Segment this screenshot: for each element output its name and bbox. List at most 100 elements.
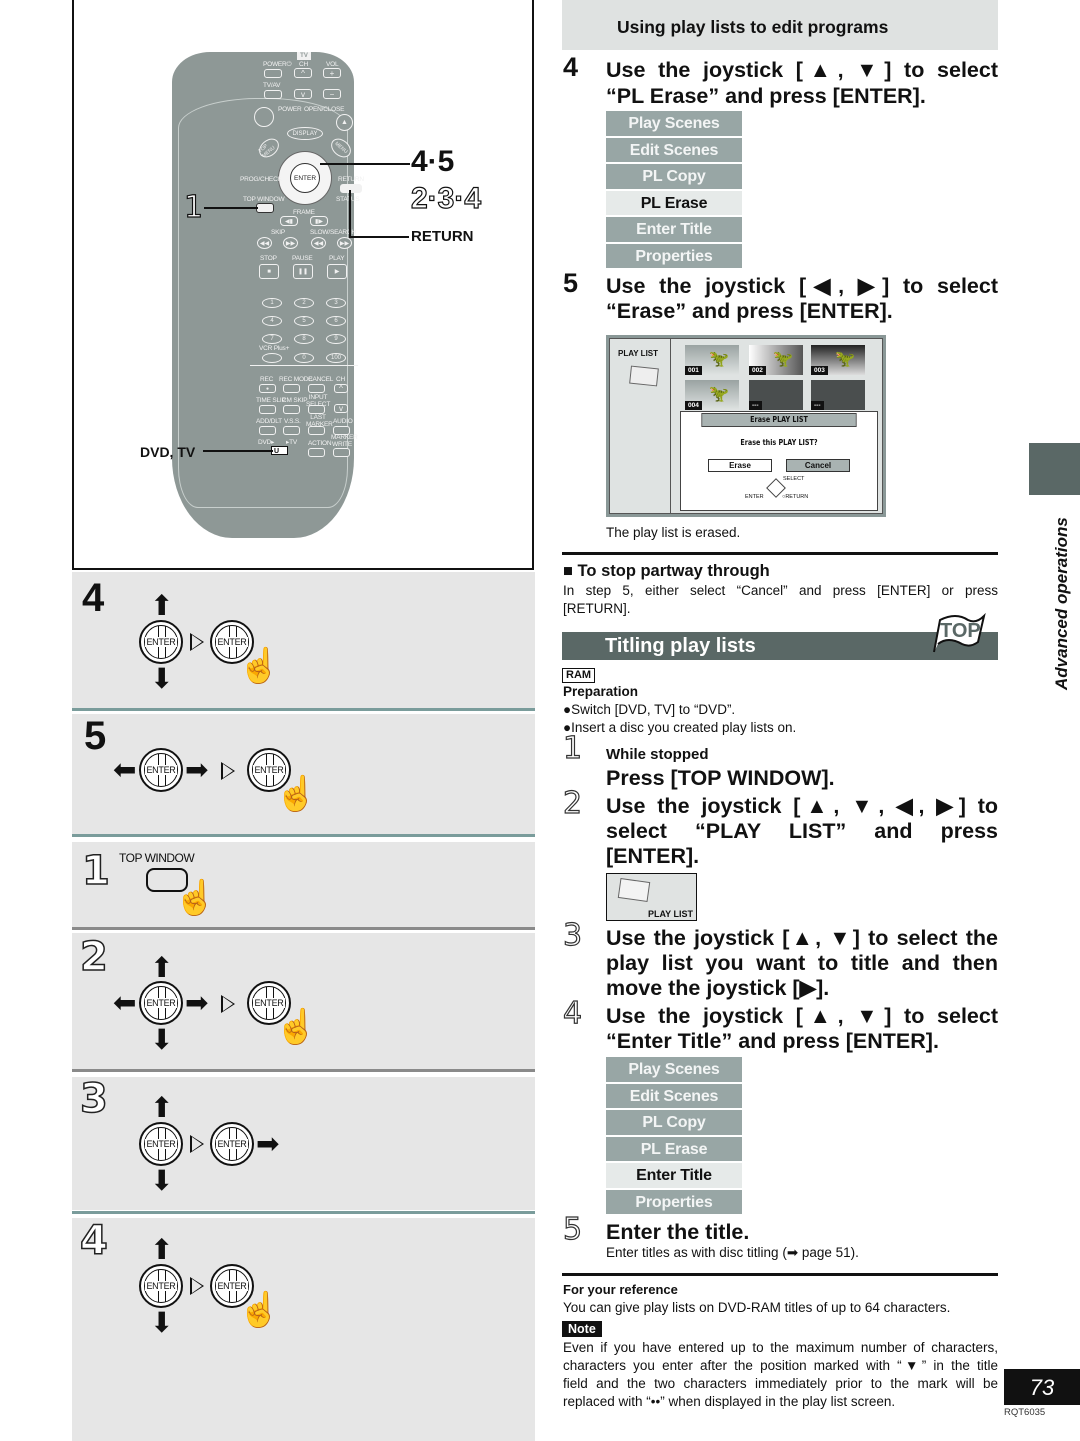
last-marker-button[interactable] [308, 426, 325, 435]
power-button[interactable] [254, 107, 274, 127]
section-rule [562, 552, 998, 555]
menu-item-pl-erase[interactable]: PL Erase [606, 1136, 742, 1161]
hint-select: SELECT [783, 476, 805, 482]
menu-item-properties[interactable]: Properties [606, 243, 742, 268]
thumbnail[interactable]: 🦖 002 [749, 345, 803, 375]
then-arrow-icon [221, 995, 235, 1013]
menu-item-edit-scenes[interactable]: Edit Scenes [606, 137, 742, 162]
arrow-up-icon: ⬆ [150, 952, 174, 983]
menu-item-enter-title[interactable]: Enter Title [606, 1163, 742, 1188]
dvd-ch-down-button[interactable]: v [334, 404, 348, 413]
play-button[interactable]: ▶ [327, 264, 347, 279]
menu-item-play-scenes[interactable]: Play Scenes [606, 111, 742, 136]
dialog-erase-button[interactable]: Erase [708, 459, 772, 472]
menu-item-pl-copy[interactable]: PL Copy [606, 164, 742, 189]
joystick-enter-button[interactable]: ENTER [290, 163, 320, 193]
slow-search-back-button[interactable]: ◀◀ [311, 237, 326, 249]
thumbnail[interactable]: 🦖 004 [685, 380, 739, 410]
action-button[interactable] [308, 448, 325, 457]
marker-write-button[interactable] [333, 448, 350, 457]
return-label: RETURN [338, 176, 364, 183]
tv-power-button[interactable] [264, 69, 282, 78]
rec-mode-button[interactable] [283, 384, 300, 393]
add-dlt-button[interactable] [259, 426, 276, 435]
menu-item-properties[interactable]: Properties [606, 1189, 742, 1214]
note-text: replaced with “••” when displayed in the… [563, 1394, 896, 1409]
note-badge: Note [562, 1321, 602, 1337]
rec-label: REC [260, 376, 274, 383]
vol-label: VOL [326, 61, 339, 68]
step-number: 3 [562, 917, 583, 953]
step-instruction: “PL Erase” and press [ENTER]. [606, 84, 926, 108]
vcr-plus-button[interactable] [262, 353, 282, 363]
step-instruction: play list you want to title and then [606, 951, 998, 975]
panel-step-number: 2 [79, 933, 108, 981]
vss-button[interactable] [283, 426, 300, 435]
arrow-up-icon: ⬆ [150, 590, 174, 621]
dialog-question: Erase this PLAY LIST? [740, 438, 818, 447]
stop-button[interactable]: ■ [259, 264, 279, 279]
slow-search-forward-button[interactable]: ▶▶ [337, 237, 352, 249]
callout-return: RETURN [411, 228, 474, 245]
number-button-0[interactable]: 0 [294, 353, 314, 363]
thumbnail[interactable]: 🦖 001 [685, 345, 739, 375]
number-button-4[interactable]: 4 [262, 316, 282, 326]
prog-check-label: PROG/CHECK [240, 176, 282, 183]
cancel-button[interactable] [308, 384, 325, 393]
return-button[interactable] [340, 184, 362, 193]
reference-text: You can give play lists on DVD-RAM title… [563, 1300, 951, 1315]
frame-forward-button[interactable]: ▮▶ [310, 216, 328, 226]
step-number: 5 [563, 268, 579, 298]
arrow-right-icon: ➡ [256, 1128, 280, 1159]
top-window-button[interactable] [256, 203, 274, 213]
stop-label: STOP [260, 255, 277, 262]
skip-forward-button[interactable]: ▶▶ [283, 237, 298, 249]
hint-return: ○RETURN [782, 494, 809, 500]
menu-item-pl-copy[interactable]: PL Copy [606, 1110, 742, 1135]
dialog-cancel-button[interactable]: Cancel [786, 459, 850, 472]
open-close-button[interactable]: ▲ [336, 114, 353, 131]
tv-ch-up-button[interactable]: ^ [294, 68, 312, 78]
number-button-6[interactable]: 6 [326, 316, 346, 326]
input-select-button[interactable] [308, 405, 325, 414]
menu-item-enter-title[interactable]: Enter Title [606, 217, 742, 242]
callout-steps-2-3-4: 2·3·4 [410, 181, 482, 215]
display-button[interactable]: DISPLAY [287, 127, 323, 140]
tvav-button[interactable] [264, 90, 282, 99]
tv-vol-down-button[interactable]: − [323, 89, 341, 99]
power-tv-label: POWER⏻ [263, 61, 292, 68]
then-arrow-icon [190, 1277, 204, 1295]
tv-ch-down-button[interactable]: v [294, 89, 312, 99]
menu-item-play-scenes[interactable]: Play Scenes [606, 1057, 742, 1082]
dvd-tv-switch[interactable]: U [271, 446, 288, 455]
number-button-100[interactable]: 100 [326, 353, 346, 363]
time-slip-button[interactable] [259, 405, 276, 414]
tv-vol-up-button[interactable]: + [323, 68, 341, 78]
action-label: ACTION [308, 440, 332, 447]
number-button-1[interactable]: 1 [262, 298, 282, 308]
thumbnail[interactable]: 🦖 003 [811, 345, 865, 375]
number-button-9[interactable]: 9 [326, 334, 346, 344]
number-button-3[interactable]: 3 [326, 298, 346, 308]
number-button-2[interactable]: 2 [294, 298, 314, 308]
number-button-5[interactable]: 5 [294, 316, 314, 326]
note-text: characters you enter after the position … [563, 1358, 998, 1373]
number-button-8[interactable]: 8 [294, 334, 314, 344]
skip-back-button[interactable]: ◀◀ [257, 237, 272, 249]
pause-button[interactable]: ❚❚ [293, 264, 313, 279]
panel-step-number: 1 [81, 847, 110, 895]
number-button-7[interactable]: 7 [262, 334, 282, 344]
rec-button[interactable]: ● [259, 384, 276, 393]
cm-skip-button[interactable] [283, 405, 300, 414]
step-instruction: “Erase” and press [ENTER]. [606, 299, 893, 323]
callout-line-top-window [204, 207, 258, 209]
dvd-ch-up-button[interactable]: ^ [334, 384, 348, 393]
panel-step-number: 5 [84, 714, 107, 758]
play-label: PLAY [329, 255, 345, 262]
frame-back-button[interactable]: ◀▮ [280, 216, 298, 226]
callout-step-1: 1 [183, 189, 204, 225]
chapter-tab [1029, 443, 1080, 495]
menu-item-pl-erase[interactable]: PL Erase [606, 190, 742, 215]
joystick-icon: ENTER [210, 1122, 254, 1166]
menu-item-edit-scenes[interactable]: Edit Scenes [606, 1083, 742, 1108]
